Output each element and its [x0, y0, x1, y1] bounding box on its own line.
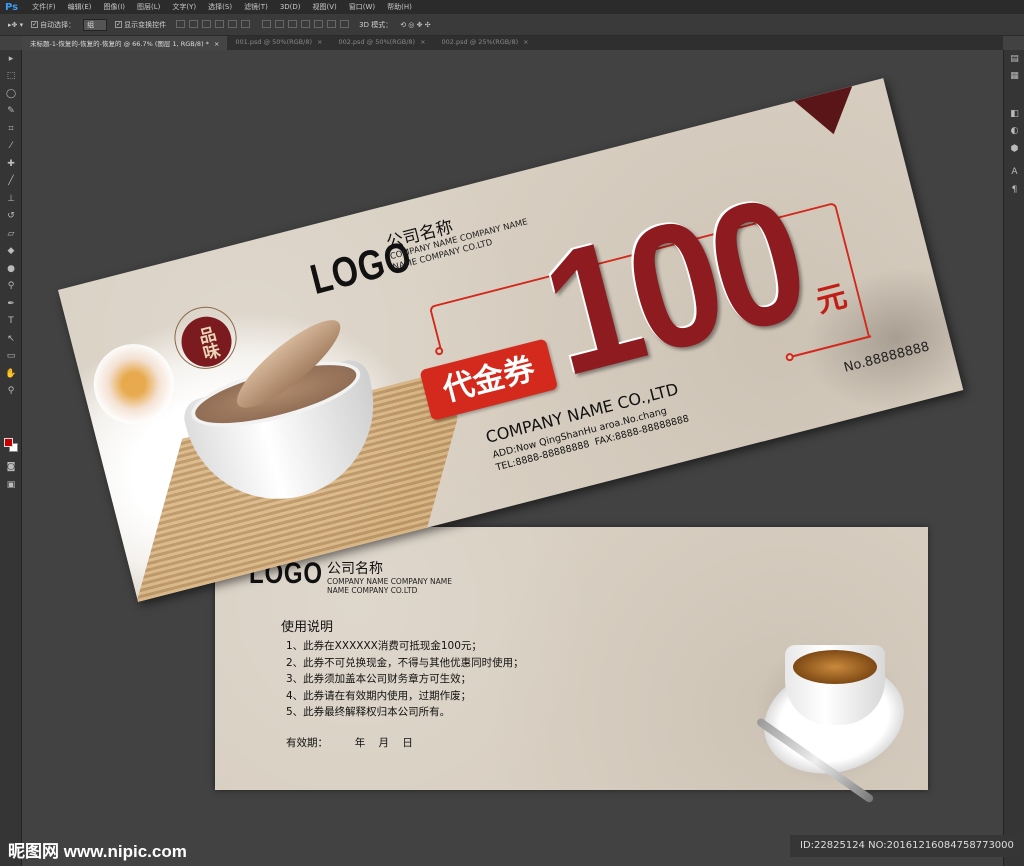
voucher-front: 品味 LOGO 公司名称 COMPANY NAME COMPANY NAME NA… — [58, 78, 964, 602]
menu-bar: Ps 文件(F) 编辑(E) 图像(I) 图层(L) 文字(Y) 选择(S) 滤… — [0, 0, 1024, 14]
usage-rules: 1、此券在XXXXXX消费可抵现金100元； 2、此券不可兑换现金，不得与其他优… — [286, 638, 524, 721]
menu-filter[interactable]: 滤镜(T) — [238, 2, 274, 12]
voucher-back: LOGO 公司名称 COMPANY NAME COMPANY NAME NAME … — [215, 527, 928, 804]
character-panel-icon[interactable]: A — [1004, 164, 1024, 182]
crop-icon[interactable]: ⌗ — [0, 120, 22, 138]
adjustments-panel-icon[interactable]: ◐ — [1004, 123, 1024, 141]
menu-type[interactable]: 文字(Y) — [166, 2, 202, 12]
distribute-buttons[interactable] — [260, 19, 351, 30]
panel-dock: ▤ ▦ ◧ ◐ ⬢ A ¶ — [1003, 50, 1024, 866]
pen-icon[interactable]: ✒ — [0, 295, 22, 313]
eyedropper-icon[interactable]: ⁄ — [0, 138, 22, 156]
menu-edit[interactable]: 编辑(E) — [62, 2, 98, 12]
move-icon[interactable]: ▸ — [0, 50, 22, 68]
menu-image[interactable]: 图像(I) — [98, 2, 132, 12]
stamp-icon[interactable]: ⊥ — [0, 190, 22, 208]
properties-panel-icon[interactable]: ▦ — [1004, 68, 1024, 86]
foreground-color-swatch[interactable] — [4, 438, 13, 447]
tab-document-2[interactable]: 001.psd @ 50%(RGB/8) × — [227, 36, 330, 50]
blur-icon[interactable]: ● — [0, 260, 22, 278]
auto-select-label: 自动选择： — [40, 20, 76, 29]
type-icon[interactable]: T — [0, 313, 22, 331]
layers-panel-icon[interactable]: ◧ — [1004, 105, 1024, 123]
marquee-icon[interactable]: ⬚ — [0, 68, 22, 86]
tab-document-3[interactable]: 002.psd @ 50%(RGB/8) × — [330, 36, 433, 50]
menu-3d[interactable]: 3D(D) — [274, 3, 307, 11]
align-buttons[interactable] — [174, 19, 252, 30]
tab-document-1[interactable]: 未标题-1-恢复的-恢复的-恢复的 @ 66.7% (图层 1, RGB/8) … — [22, 36, 228, 50]
tab-label: 002.psd @ 25%(RGB/8) — [441, 38, 519, 46]
shape-icon[interactable]: ▭ — [0, 348, 22, 366]
rule-item: 5、此券最终解释权归本公司所有。 — [286, 706, 451, 718]
screen-mode-icon[interactable]: ▣ — [0, 476, 22, 494]
zoom-icon[interactable]: ⚲ — [0, 383, 22, 401]
move-tool-preset-icon[interactable]: ▸✥ ▾ — [8, 21, 23, 29]
rule-item: 4、此券请在有效期内使用，过期作废； — [286, 689, 472, 702]
watermark-site: 昵图网 www.nipic.com — [8, 842, 187, 861]
dodge-icon[interactable]: ⚲ — [0, 278, 22, 296]
auto-select-dropdown[interactable]: 组 — [83, 18, 108, 31]
company-en-line: COMPANY NAME COMPANY NAME — [327, 577, 453, 586]
history-brush-icon[interactable]: ↺ — [0, 208, 22, 226]
tab-label: 未标题-1-恢复的-恢复的-恢复的 @ 66.7% (图层 1, RGB/8) … — [30, 40, 209, 48]
close-icon[interactable]: × — [317, 38, 322, 46]
usage-title: 使用说明 — [281, 620, 334, 635]
back-company-en: COMPANY NAME COMPANY NAME NAME COMPANY CO… — [327, 577, 452, 595]
watermark-id: ID:22825124 NO:20161216084758773000 — [790, 835, 1020, 857]
bucket-icon[interactable]: ◆ — [0, 243, 22, 261]
tools-panel: ▸ ⬚ ◯ ✎ ⌗ ⁄ ✚ ╱ ⊥ ↺ ▱ ◆ ● ⚲ ✒ T ↖ ▭ ✋ ⚲ … — [0, 50, 22, 866]
show-transform-checkbox[interactable]: ✓ 显示变换控件 — [115, 20, 166, 30]
options-bar: ▸✥ ▾ ✓ 自动选择： 组 ✓ 显示变换控件 3D 模式： ⟲ ◎ ✥ ✣ — [0, 14, 1024, 36]
rule-item: 3、此券须加盖本公司财务章方可生效； — [286, 673, 472, 685]
menu-help[interactable]: 帮助(H) — [381, 2, 418, 12]
corner-triangle — [794, 86, 863, 142]
eraser-icon[interactable]: ▱ — [0, 225, 22, 243]
brush-icon[interactable]: ╱ — [0, 173, 22, 191]
hand-icon[interactable]: ✋ — [0, 365, 22, 383]
quick-mask-icon[interactable]: ◙ — [0, 458, 22, 476]
menu-view[interactable]: 视图(V) — [307, 2, 343, 12]
voucher-amount: 100 — [526, 160, 821, 414]
auto-select-checkbox[interactable]: ✓ 自动选择： — [31, 20, 75, 30]
back-company-cn: 公司名称 — [327, 561, 383, 577]
rule-item: 2、此券不可兑换现金，不得与其他优惠同时使用； — [286, 656, 524, 669]
tab-label: 001.psd @ 50%(RGB/8) — [235, 38, 312, 46]
close-icon[interactable]: × — [214, 40, 219, 48]
lasso-icon[interactable]: ◯ — [0, 85, 22, 103]
paragraph-panel-icon[interactable]: ¶ — [1004, 181, 1024, 199]
document-tabs: 未标题-1-恢复的-恢复的-恢复的 @ 66.7% (图层 1, RGB/8) … — [22, 36, 1003, 50]
validity-field: 有效期： 年 月 日 — [286, 737, 413, 749]
photoshop-logo: Ps — [5, 1, 19, 13]
close-icon[interactable]: × — [523, 38, 528, 46]
quick-select-icon[interactable]: ✎ — [0, 103, 22, 121]
rule-item: 1、此券在XXXXXX消费可抵现金100元； — [286, 640, 482, 652]
3d-mode-buttons[interactable]: ⟲ ◎ ✥ ✣ — [400, 21, 430, 29]
history-panel-icon[interactable]: ▤ — [1004, 50, 1024, 68]
close-icon[interactable]: × — [420, 38, 425, 46]
healing-icon[interactable]: ✚ — [0, 155, 22, 173]
menu-layer[interactable]: 图层(L) — [131, 2, 166, 12]
menu-window[interactable]: 窗口(W) — [343, 2, 381, 12]
3d-panel-icon[interactable]: ⬢ — [1004, 140, 1024, 158]
3d-mode-label: 3D 模式： — [359, 20, 393, 29]
company-en-line: NAME COMPANY CO.LTD — [327, 586, 418, 595]
menu-select[interactable]: 选择(S) — [202, 2, 238, 12]
menu-file[interactable]: 文件(F) — [26, 2, 62, 12]
tab-document-4[interactable]: 002.psd @ 25%(RGB/8) × — [434, 36, 537, 50]
tab-label: 002.psd @ 50%(RGB/8) — [338, 38, 416, 46]
coffee-image — [793, 650, 877, 684]
path-select-icon[interactable]: ↖ — [0, 330, 22, 348]
show-transform-label: 显示变换控件 — [124, 20, 167, 29]
